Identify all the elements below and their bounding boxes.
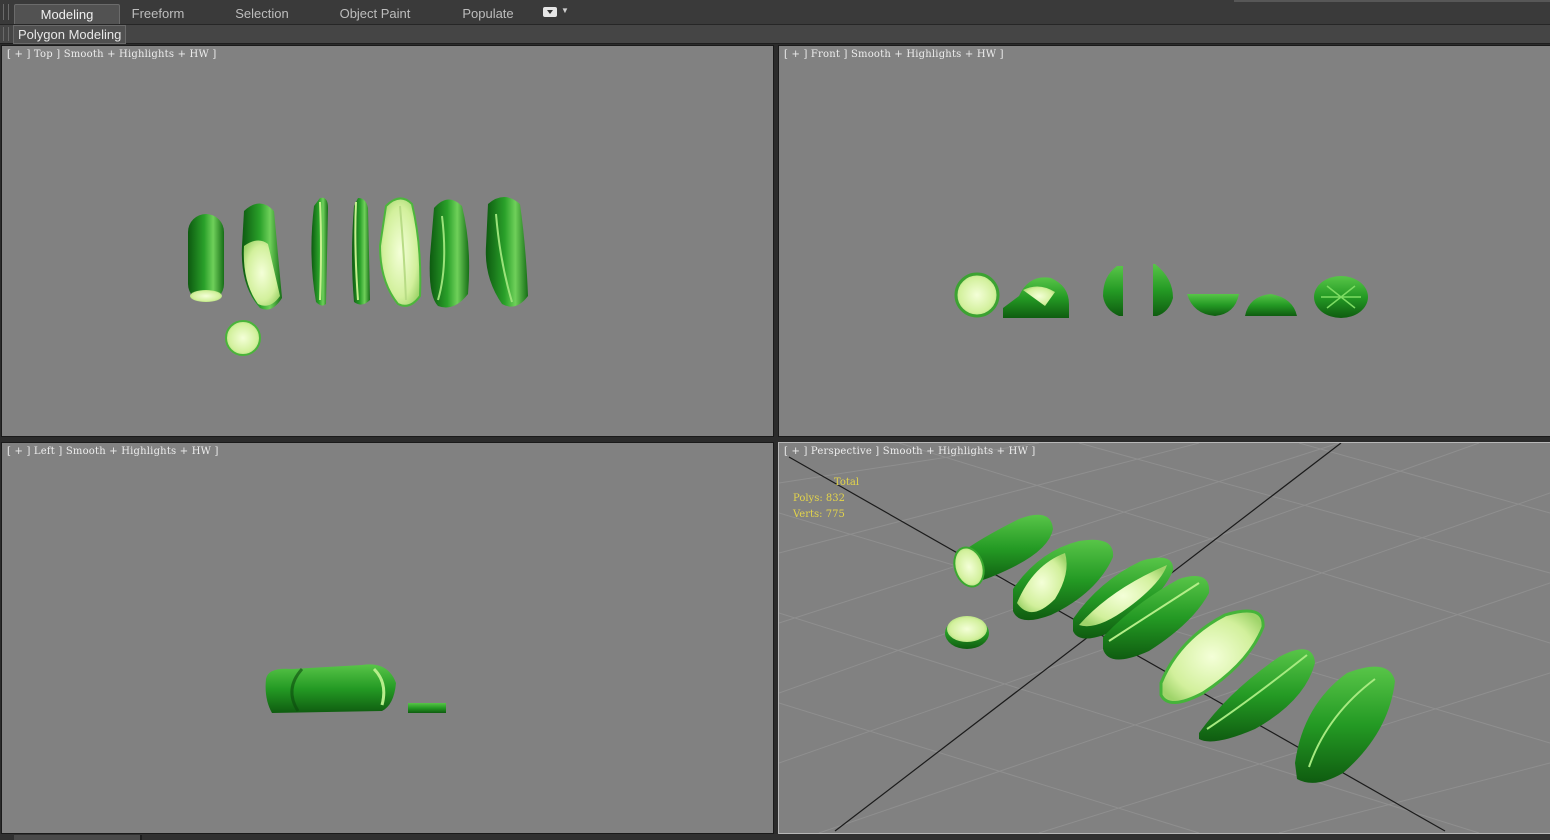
polys-value: 832 — [825, 493, 845, 504]
verts-value: 775 — [825, 509, 845, 520]
perspective-view-scene — [779, 443, 1550, 833]
viewport-label-top[interactable]: [ + ] Top ] Smooth + Highlights + HW ] — [7, 49, 216, 60]
front-view-scene — [954, 264, 1368, 318]
cucumber-piece — [188, 214, 224, 302]
cucumber-slice — [225, 320, 261, 356]
cucumber-piece — [241, 203, 282, 310]
ribbon-divider — [1234, 0, 1550, 2]
cucumber-stack — [265, 664, 396, 713]
ribbon-tab-bar: Modeling Freeform Selection Object Paint… — [0, 0, 1550, 25]
cucumber-piece — [311, 197, 328, 306]
tab-selection[interactable]: Selection — [220, 4, 304, 23]
top-view-scene — [188, 197, 528, 356]
cucumber-piece — [378, 197, 422, 307]
minimize-ribbon-icon[interactable] — [543, 7, 557, 17]
dropdown-arrow-icon[interactable]: ▼ — [561, 6, 569, 15]
tab-modeling[interactable]: Modeling — [14, 4, 120, 24]
cucumber-slice — [945, 616, 989, 649]
stats-polys: Polys: 832 — [793, 491, 845, 507]
ribbon-panel-row: Polygon Modeling — [0, 25, 1550, 44]
tab-populate[interactable]: Populate — [448, 4, 528, 23]
cucumber-slice — [954, 272, 1000, 318]
cucumber-piece — [429, 199, 470, 308]
viewport-left[interactable]: [ + ] Left ] Smooth + Highlights + HW ] — [1, 442, 774, 834]
cucumber-piece — [1245, 294, 1297, 316]
time-slider[interactable] — [14, 835, 142, 840]
viewport-front[interactable]: [ + ] Front ] Smooth + Highlights + HW ] — [778, 45, 1550, 437]
viewport-label-perspective[interactable]: [ + ] Perspective ] Smooth + Highlights … — [784, 446, 1036, 457]
tab-object-paint[interactable]: Object Paint — [328, 4, 422, 23]
panel-grip-handle[interactable] — [3, 27, 9, 41]
cucumber-piece — [1295, 666, 1395, 783]
cucumber-slice — [408, 703, 446, 713]
viewport-top[interactable]: [ + ] Top ] Smooth + Highlights + HW ] — [1, 45, 774, 437]
cucumber-piece — [485, 197, 528, 307]
viewport-perspective[interactable]: [ + ] Perspective ] Smooth + Highlights … — [778, 442, 1550, 834]
cucumber-piece — [1314, 276, 1368, 318]
cucumber-piece — [1003, 277, 1069, 318]
viewport-label-front[interactable]: [ + ] Front ] Smooth + Highlights + HW ] — [784, 49, 1004, 60]
cucumber-piece — [1153, 264, 1173, 316]
stats-total-label: Total — [834, 477, 860, 488]
polys-label: Polys: — [793, 493, 823, 504]
ribbon-grip-handle[interactable] — [3, 4, 9, 20]
stats-verts: Verts: 775 — [793, 507, 845, 523]
polygon-modeling-panel[interactable]: Polygon Modeling — [13, 25, 127, 44]
verts-label: Verts: — [793, 509, 823, 520]
viewport-label-left[interactable]: [ + ] Left ] Smooth + Highlights + HW ] — [7, 446, 219, 457]
cucumber-piece — [1187, 294, 1239, 316]
left-view-scene — [265, 664, 446, 713]
tab-freeform[interactable]: Freeform — [118, 4, 198, 23]
cucumber-piece — [1103, 266, 1123, 316]
cucumber-piece — [352, 198, 370, 305]
time-slider-strip — [0, 834, 1550, 840]
